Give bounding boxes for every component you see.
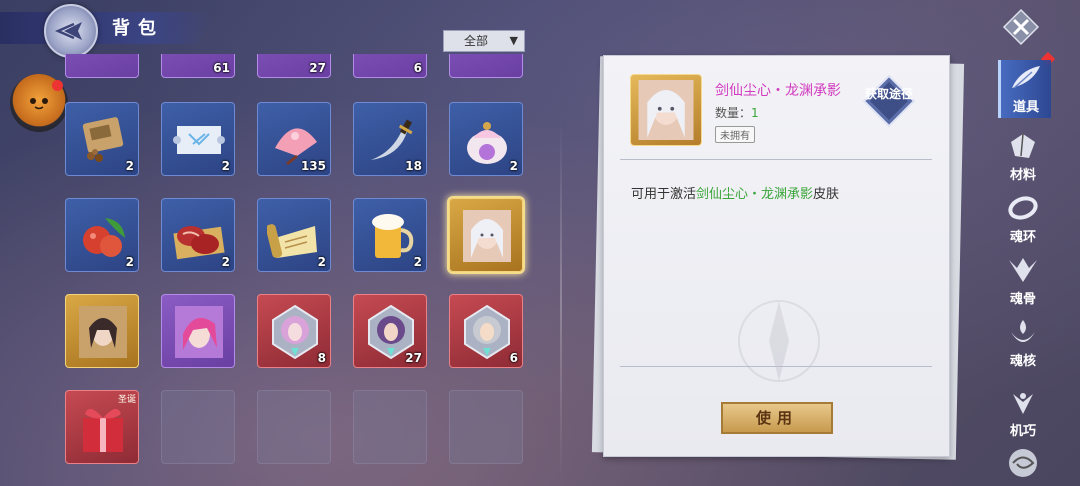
mechanism-icon xyxy=(1013,393,1033,414)
item-count: 8 xyxy=(317,351,326,365)
skin-card-icon xyxy=(175,306,223,358)
skin-card-icon xyxy=(463,210,511,262)
acquire-source-label: 获取途径 xyxy=(864,87,913,101)
empty-slot[interactable] xyxy=(449,390,523,464)
inventory-slot[interactable]: 18 xyxy=(353,102,427,176)
item-name: 剑仙尘心・龙渊承影 xyxy=(715,83,841,99)
item-detail-icon xyxy=(630,74,702,146)
nav-label: 道具 xyxy=(1012,100,1039,115)
emblem-watermark-icon xyxy=(738,300,820,382)
header-bar xyxy=(0,12,215,44)
item-quantity: 数量：1 xyxy=(715,104,759,121)
inventory-slot[interactable]: 135 xyxy=(257,102,331,176)
item-count: 18 xyxy=(405,159,422,173)
item-count: 135 xyxy=(300,159,326,173)
quantity-value: 1 xyxy=(751,106,759,120)
item-count: 2 xyxy=(509,159,518,173)
pet-face-icon xyxy=(30,98,48,110)
empty-slot[interactable] xyxy=(161,390,235,464)
scroll-map-icon xyxy=(173,126,225,154)
item-count: 27 xyxy=(309,61,326,75)
nav-label: 魂骨 xyxy=(1009,292,1036,307)
nav-tab-soul-bones[interactable]: 魂骨 xyxy=(998,252,1048,310)
inventory-slot[interactable]: 2 xyxy=(449,102,523,176)
close-icon xyxy=(1002,8,1040,46)
item-count: 2 xyxy=(221,159,230,173)
diamond-badge-icon xyxy=(862,74,916,128)
quantity-label: 数量： xyxy=(715,106,752,120)
nav-tab-soul-rings[interactable]: 魂环 xyxy=(998,190,1048,248)
soul-emblem-icon xyxy=(464,304,510,360)
nav-tab-soul-cores[interactable]: 魂核 xyxy=(998,314,1048,372)
description-highlight: 剑仙尘心・龙渊承影 xyxy=(696,187,814,202)
skin-card-icon xyxy=(638,80,694,140)
back-button[interactable] xyxy=(44,4,98,58)
separator xyxy=(620,159,932,160)
empty-slot[interactable] xyxy=(257,390,331,464)
pouch-icon xyxy=(467,122,507,164)
chevron-down-icon: ▼ xyxy=(509,34,518,47)
nav-label: 材料 xyxy=(1009,168,1036,183)
inventory-slot[interactable] xyxy=(65,294,139,368)
inventory-slot[interactable] xyxy=(161,294,235,368)
crystal-icon xyxy=(1011,133,1035,158)
item-description: 可用于激活剑仙尘心・龙渊承影皮肤 xyxy=(631,183,839,202)
item-count: 2 xyxy=(317,255,326,269)
item-count: 2 xyxy=(125,159,134,173)
item-count: 2 xyxy=(221,255,230,269)
item-detail-panel: 剑仙尘心・龙渊承影 数量：1 未拥有 获取途径 可用于激活剑仙尘心・龙渊承影皮肤… xyxy=(603,55,950,457)
empty-slot[interactable] xyxy=(353,390,427,464)
item-count: 27 xyxy=(405,351,422,365)
page-title: 背包 xyxy=(112,18,164,39)
inventory-slot[interactable]: 2 xyxy=(65,198,139,272)
nav-tab-materials[interactable]: 材料 xyxy=(998,128,1048,186)
item-count: 6 xyxy=(413,61,422,75)
item-count: 61 xyxy=(213,61,230,75)
owned-status-badge: 未拥有 xyxy=(715,126,755,143)
inventory-slot[interactable]: 6 xyxy=(449,294,523,368)
inventory-slot[interactable]: 8 xyxy=(257,294,331,368)
inventory-slot[interactable]: 圣诞 xyxy=(65,390,139,464)
nav-label: 魂核 xyxy=(1009,354,1036,369)
nav-tab-items[interactable]: 道具 xyxy=(998,60,1051,118)
back-arrow-icon xyxy=(54,22,82,40)
item-count: 2 xyxy=(413,255,422,269)
acquire-source-button[interactable]: 获取途径 xyxy=(862,74,916,128)
inventory-slot[interactable]: 27 xyxy=(353,294,427,368)
inventory-slot[interactable]: 2 xyxy=(65,102,139,176)
seed-bag-icon xyxy=(82,117,124,162)
item-count: 2 xyxy=(125,255,134,269)
separator xyxy=(620,366,932,367)
core-icon xyxy=(1011,320,1035,342)
bone-wing-icon xyxy=(1009,258,1037,282)
divider xyxy=(560,120,562,480)
nav-tab-mechanisms[interactable]: 机巧 xyxy=(998,384,1048,442)
inventory-slot[interactable]: 2 xyxy=(353,198,427,272)
filter-selected: 全部 xyxy=(464,34,489,48)
use-button[interactable]: 使用 xyxy=(721,402,833,434)
fruit-icon xyxy=(83,218,125,257)
swirl-icon xyxy=(1009,449,1037,477)
feather-icon xyxy=(1012,66,1040,89)
nav-label: 魂环 xyxy=(1009,230,1036,245)
gift-box-icon xyxy=(83,408,123,452)
inventory-slot[interactable]: 2 xyxy=(257,198,331,272)
ring-icon xyxy=(1008,196,1038,220)
skin-card-icon xyxy=(79,306,127,358)
inventory-slot-selected[interactable] xyxy=(449,198,523,272)
meat-icon xyxy=(173,226,225,260)
notification-dot xyxy=(52,80,63,91)
beer-icon xyxy=(372,214,414,258)
inventory-slot[interactable]: 2 xyxy=(161,102,235,176)
description-suffix: 皮肤 xyxy=(813,187,840,202)
scroll-icon xyxy=(267,224,317,258)
nav-label: 机巧 xyxy=(1009,424,1036,439)
soul-emblem-icon xyxy=(272,304,318,360)
filter-dropdown[interactable]: 全部 ▼ xyxy=(443,30,525,52)
nav-tab-more[interactable] xyxy=(1005,446,1041,480)
description-prefix: 可用于激活 xyxy=(631,187,697,202)
item-count: 6 xyxy=(509,351,518,365)
close-button[interactable] xyxy=(1002,8,1040,46)
inventory-slot[interactable]: 2 xyxy=(161,198,235,272)
